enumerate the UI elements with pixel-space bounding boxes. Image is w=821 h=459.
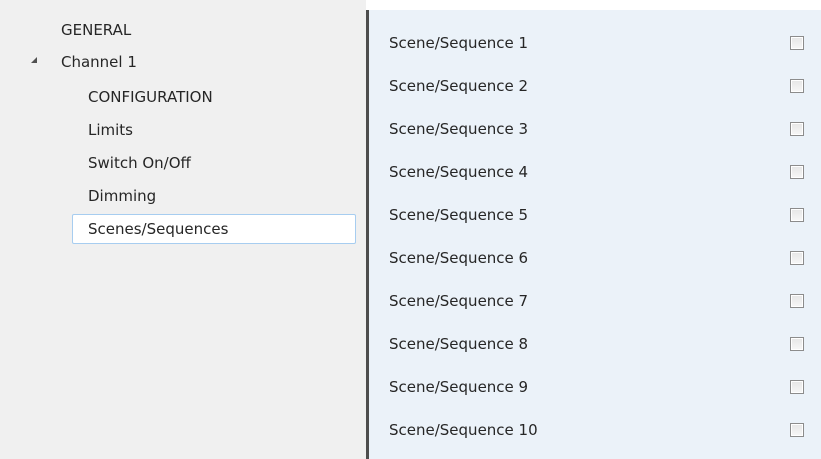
param-row-scene-8: Scene/Sequence 8 bbox=[369, 322, 821, 365]
param-label: Scene/Sequence 4 bbox=[389, 163, 529, 181]
app-window: GENERAL Channel 1 CONFIGURATION Limits S… bbox=[0, 0, 821, 459]
scene-1-checkbox[interactable] bbox=[790, 36, 804, 50]
tree-item-scenes-sequences[interactable]: Scenes/Sequences bbox=[72, 214, 356, 244]
param-row-scene-3: Scene/Sequence 3 bbox=[369, 107, 821, 150]
tree-item-channel-1[interactable]: Channel 1 bbox=[61, 52, 137, 72]
scene-2-checkbox[interactable] bbox=[790, 79, 804, 93]
scene-7-checkbox[interactable] bbox=[790, 294, 804, 308]
param-row-scene-2: Scene/Sequence 2 bbox=[369, 64, 821, 107]
tree-item-general[interactable]: GENERAL bbox=[61, 20, 131, 40]
scene-3-checkbox[interactable] bbox=[790, 122, 804, 136]
param-row-scene-9: Scene/Sequence 9 bbox=[369, 365, 821, 408]
scene-6-checkbox[interactable] bbox=[790, 251, 804, 265]
parameters-panel: Scene/Sequence 1 Scene/Sequence 2 Scene/… bbox=[369, 10, 821, 459]
scene-10-checkbox[interactable] bbox=[790, 423, 804, 437]
tree-panel: GENERAL Channel 1 CONFIGURATION Limits S… bbox=[0, 0, 366, 459]
param-row-scene-5: Scene/Sequence 5 bbox=[369, 193, 821, 236]
param-row-scene-1: Scene/Sequence 1 bbox=[369, 21, 821, 64]
param-label: Scene/Sequence 8 bbox=[389, 335, 529, 353]
param-label: Scene/Sequence 7 bbox=[389, 292, 529, 310]
scene-9-checkbox[interactable] bbox=[790, 380, 804, 394]
param-row-scene-6: Scene/Sequence 6 bbox=[369, 236, 821, 279]
param-label: Scene/Sequence 9 bbox=[389, 378, 529, 396]
param-row-scene-10: Scene/Sequence 10 bbox=[369, 408, 821, 451]
param-label: Scene/Sequence 10 bbox=[389, 421, 538, 439]
collapse-triangle-icon[interactable] bbox=[31, 57, 37, 63]
param-label: Scene/Sequence 1 bbox=[389, 34, 529, 52]
param-label: Scene/Sequence 2 bbox=[389, 77, 529, 95]
tree-item-limits[interactable]: Limits bbox=[88, 120, 133, 140]
scene-5-checkbox[interactable] bbox=[790, 208, 804, 222]
param-row-scene-7: Scene/Sequence 7 bbox=[369, 279, 821, 322]
scene-4-checkbox[interactable] bbox=[790, 165, 804, 179]
scene-8-checkbox[interactable] bbox=[790, 337, 804, 351]
param-label: Scene/Sequence 6 bbox=[389, 249, 529, 267]
param-label: Scene/Sequence 3 bbox=[389, 120, 529, 138]
tree-item-configuration[interactable]: CONFIGURATION bbox=[88, 87, 213, 107]
tree-item-switch-on-off[interactable]: Switch On/Off bbox=[88, 153, 191, 173]
param-label: Scene/Sequence 5 bbox=[389, 206, 529, 224]
tree-item-dimming[interactable]: Dimming bbox=[88, 186, 156, 206]
param-row-scene-4: Scene/Sequence 4 bbox=[369, 150, 821, 193]
